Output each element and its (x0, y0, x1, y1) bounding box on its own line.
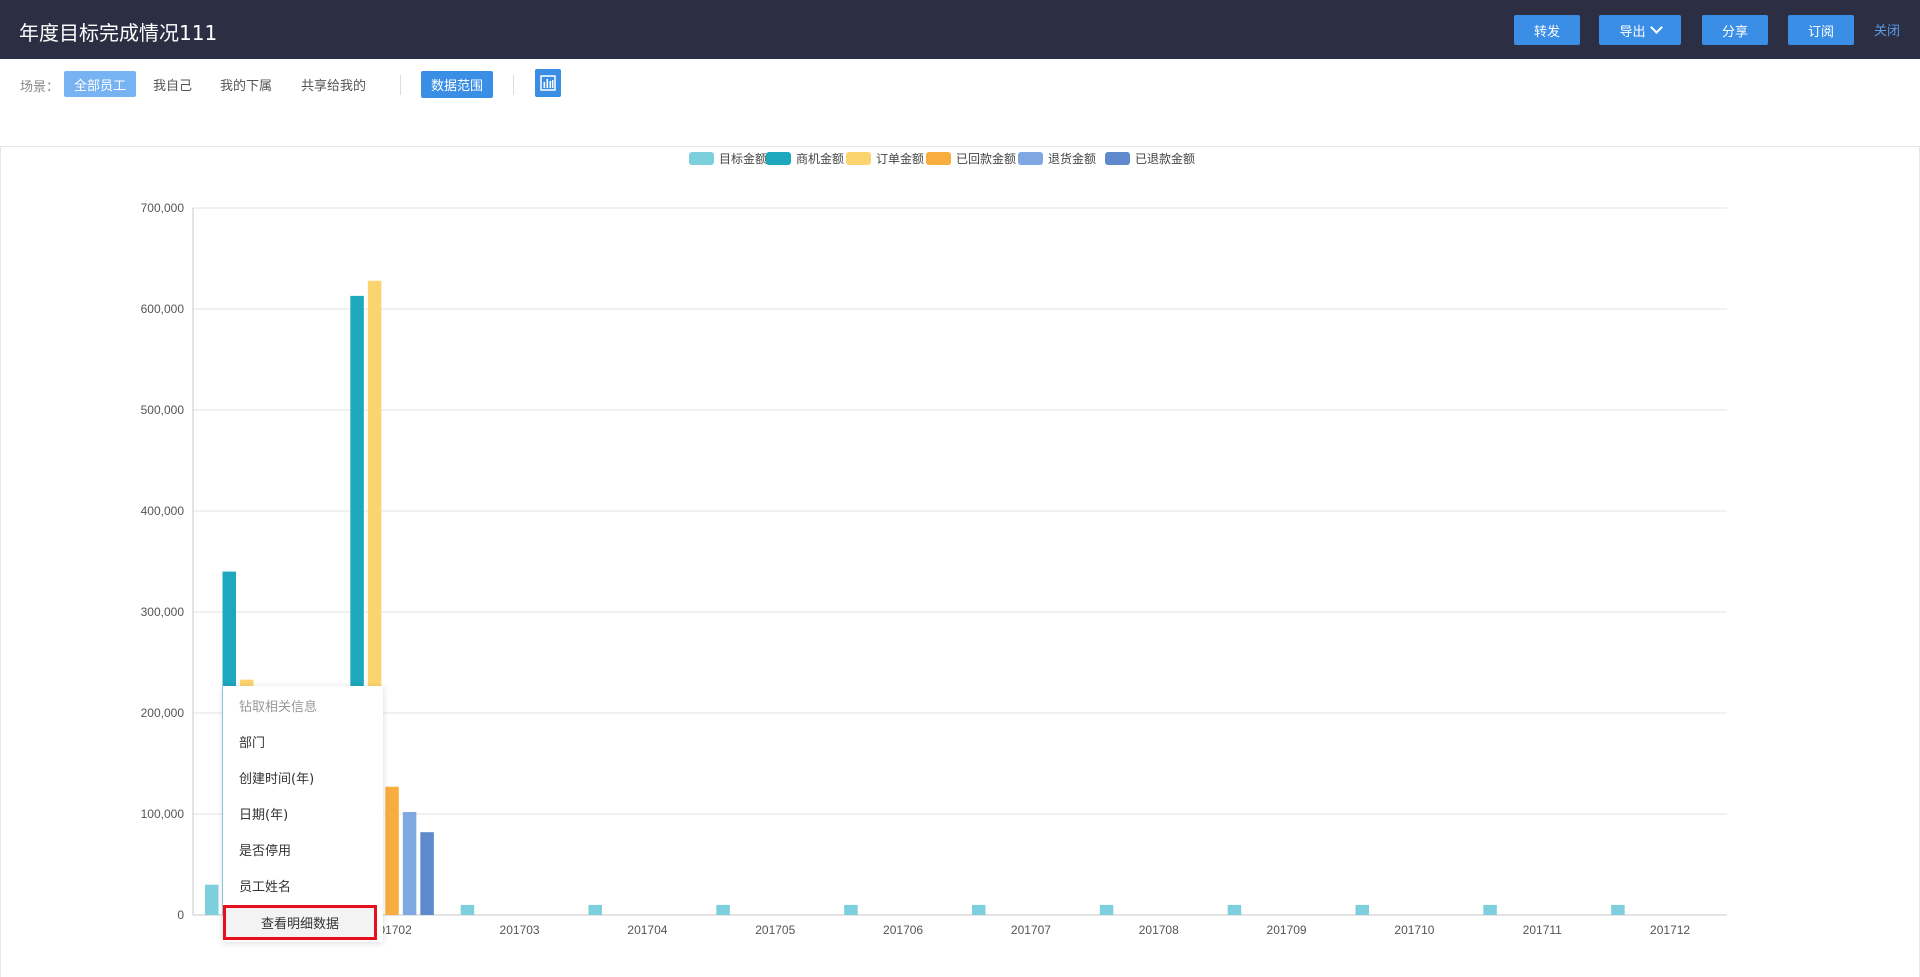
legend-swatch (926, 152, 951, 165)
bar (1227, 904, 1242, 915)
scene-myself[interactable]: 我自己 (143, 71, 202, 97)
legend-label: 订单金额 (876, 151, 924, 166)
y-tick-label: 600,000 (141, 302, 185, 316)
scene-shared-with-me[interactable]: 共享给我的 (291, 71, 376, 97)
legend-label: 已退款金额 (1135, 151, 1195, 166)
divider (513, 75, 514, 95)
drill-context-menu: 钻取相关信息 部门 创建时间(年) 日期(年) 是否停用 员工姓名 查看明细数据 (223, 686, 383, 942)
view-detail-button[interactable]: 查看明细数据 (223, 905, 377, 940)
bar-chart-icon[interactable] (535, 69, 561, 97)
bar (1099, 904, 1114, 915)
x-tick-label: 201707 (1011, 923, 1051, 937)
legend-label: 退货金额 (1048, 151, 1096, 166)
bar (385, 786, 399, 915)
menu-item-department[interactable]: 部门 (239, 732, 265, 751)
menu-item-employee-name[interactable]: 员工姓名 (239, 876, 291, 895)
filter-toolbar: 场景： 全部员工 我自己 我的下属 共享给我的 数据范围 (0, 59, 1920, 147)
export-label: 导出 (1619, 24, 1646, 40)
legend-swatch (1105, 152, 1130, 165)
x-tick-label: 201705 (755, 923, 795, 937)
bar (716, 904, 730, 915)
x-tick-label: 201708 (1139, 923, 1179, 937)
x-tick-label: 201704 (627, 923, 667, 937)
scene-label: 场景： (20, 80, 60, 95)
x-tick-label: 201710 (1394, 923, 1434, 937)
y-tick-label: 300,000 (141, 605, 185, 619)
x-tick-label: 201706 (883, 923, 923, 937)
scene-all-staff[interactable]: 全部员工 (64, 71, 137, 97)
legend-label: 商机金额 (796, 151, 844, 166)
bar (402, 811, 417, 915)
bar (1611, 904, 1625, 915)
y-tick-label: 700,000 (141, 201, 185, 215)
forward-button[interactable]: 转发 (1514, 15, 1580, 45)
y-tick-label: 400,000 (141, 504, 185, 518)
x-tick-label: 201709 (1267, 923, 1307, 937)
menu-item-disabled[interactable]: 是否停用 (239, 840, 291, 859)
menu-item-created-year[interactable]: 创建时间(年) (239, 768, 314, 787)
context-menu-header: 钻取相关信息 (239, 700, 318, 715)
data-range-button[interactable]: 数据范围 (421, 71, 493, 98)
chevron-down-icon (1649, 21, 1663, 34)
bar (420, 832, 434, 915)
bar (588, 904, 602, 915)
bar (205, 884, 219, 915)
legend-swatch (689, 152, 714, 165)
subscribe-button[interactable]: 订阅 (1788, 15, 1854, 45)
scene-subordinates[interactable]: 我的下属 (210, 71, 282, 97)
y-tick-label: 0 (177, 908, 184, 922)
bar (972, 904, 986, 915)
menu-item-date-year[interactable]: 日期(年) (239, 804, 288, 823)
legend-label: 已回款金额 (956, 151, 1016, 166)
legend-label: 目标金额 (719, 151, 767, 166)
top-bar: 年度目标完成情况111 转发 导出 分享 订阅 关闭 (0, 0, 1920, 59)
bar (460, 904, 475, 915)
bar (844, 904, 858, 915)
x-tick-label: 201712 (1650, 923, 1690, 937)
legend-swatch (766, 152, 791, 165)
legend-swatch (1018, 152, 1043, 165)
bar (1355, 904, 1369, 915)
y-tick-label: 100,000 (141, 807, 185, 821)
divider (400, 75, 401, 95)
page-title: 年度目标完成情况111 (19, 21, 218, 45)
x-tick-label: 201711 (1523, 923, 1562, 937)
x-tick-label: 201703 (500, 923, 540, 937)
bar (1483, 904, 1497, 915)
close-link[interactable]: 关闭 (1874, 20, 1900, 39)
y-tick-label: 500,000 (141, 403, 185, 417)
y-tick-label: 200,000 (141, 706, 185, 720)
export-button[interactable]: 导出 (1599, 15, 1681, 45)
share-button[interactable]: 分享 (1702, 15, 1768, 45)
legend-swatch (846, 152, 871, 165)
